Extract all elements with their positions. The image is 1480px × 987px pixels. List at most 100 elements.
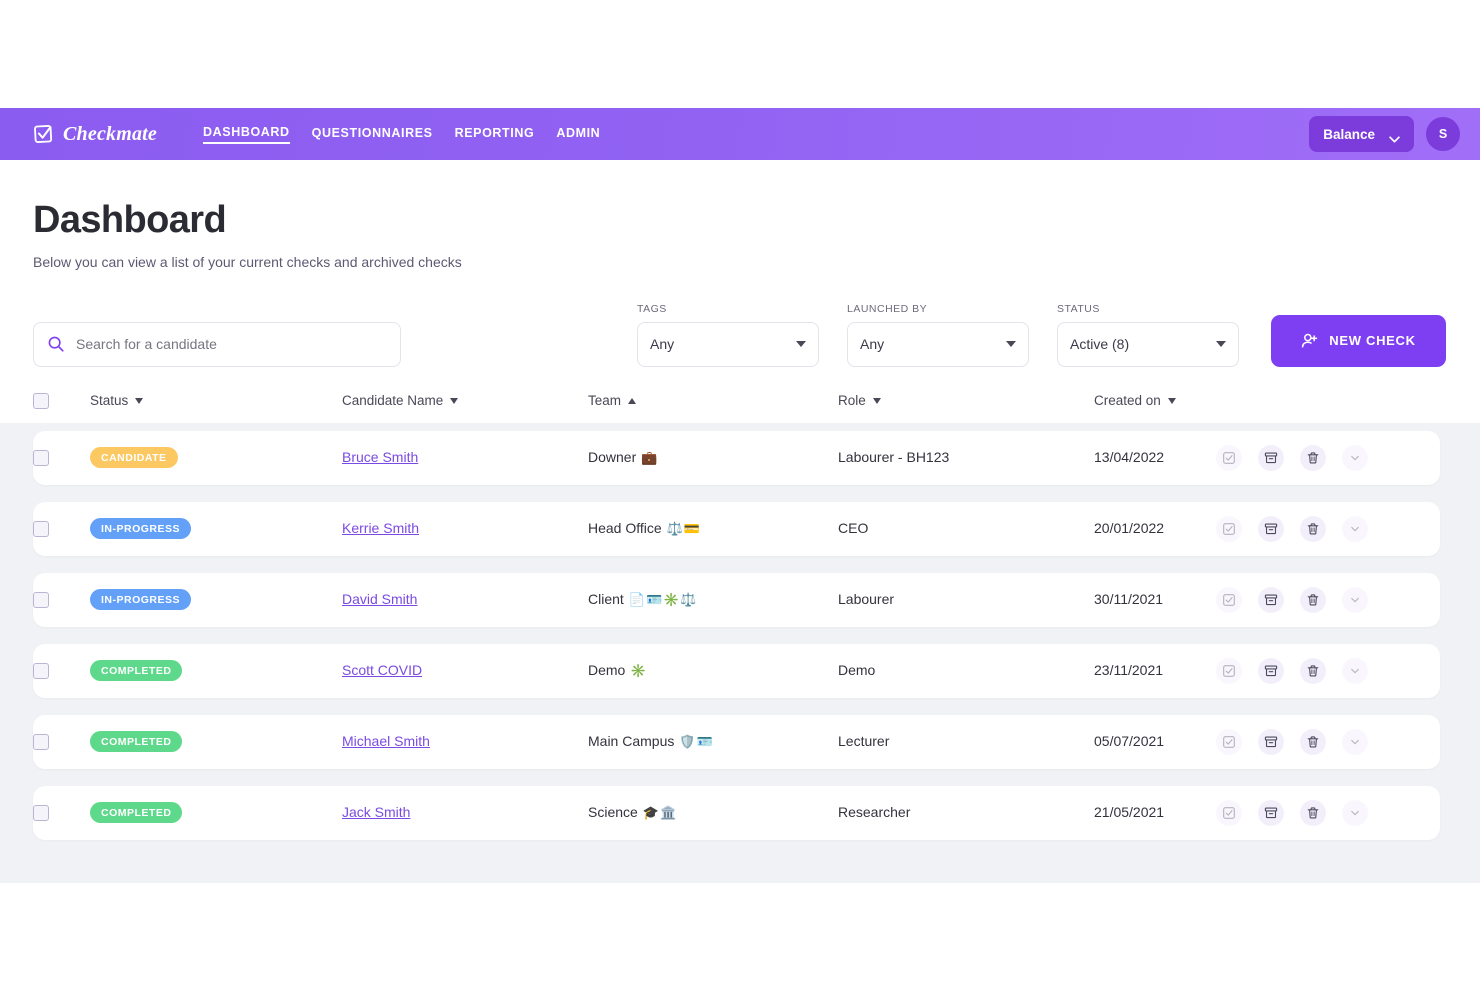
check-square-logo-icon: [33, 123, 55, 145]
expand-row-button[interactable]: [1342, 444, 1368, 471]
candidate-name-link[interactable]: Scott COVID: [342, 662, 422, 678]
filter-tags-select[interactable]: Any: [637, 321, 819, 367]
expand-row-button[interactable]: [1342, 515, 1368, 542]
select-all-checkbox[interactable]: [33, 392, 49, 409]
search-input[interactable]: [33, 321, 401, 367]
row-spacer: [0, 627, 1480, 644]
row-actions-cell: [1216, 728, 1410, 755]
page-title: Dashboard: [33, 199, 227, 241]
created-on-value: 21/05/2021: [1094, 803, 1165, 820]
filter-launched-by-value: Any: [860, 336, 885, 353]
team-name: Client: [588, 590, 624, 607]
role-cell: Demo: [838, 662, 1094, 680]
nav-item-questionnaires[interactable]: QUESTIONNAIRES: [312, 126, 433, 143]
complete-check-button[interactable]: [1216, 444, 1242, 471]
archive-check-button[interactable]: [1258, 799, 1284, 826]
column-header-team[interactable]: Team: [588, 393, 838, 408]
complete-check-button[interactable]: [1216, 586, 1242, 613]
row-actions-cell: [1216, 586, 1410, 613]
delete-check-button[interactable]: [1300, 515, 1326, 542]
candidate-name-link[interactable]: Bruce Smith: [342, 449, 418, 465]
column-header-candidate-name-label: Candidate Name: [342, 393, 444, 409]
archive-check-button[interactable]: [1258, 657, 1284, 684]
team-cell: Main Campus 🛡️🪪: [588, 733, 838, 751]
team-tag-icons: 💼: [641, 449, 659, 465]
complete-check-button[interactable]: [1216, 515, 1242, 542]
created-on-value: 30/11/2021: [1094, 590, 1164, 607]
filter-tags-value: Any: [650, 336, 675, 353]
table-row[interactable]: COMPLETED Scott COVID Demo ✳️ Demo 23/11/2021: [33, 643, 1440, 698]
created-on-value: 05/07/2021: [1094, 732, 1165, 749]
row-spacer: [0, 556, 1480, 573]
new-check-button[interactable]: NEW CHECK: [1271, 314, 1446, 367]
role-value: Lecturer: [838, 732, 890, 749]
table-row[interactable]: IN-PROGRESS David Smith Client 📄🪪✳️⚖️ Labour…: [33, 572, 1440, 627]
complete-check-button[interactable]: [1216, 799, 1242, 826]
caret-down-icon: [796, 341, 806, 348]
filter-status-select[interactable]: Active (8): [1057, 321, 1239, 367]
column-header-candidate-name[interactable]: Candidate Name: [342, 393, 588, 408]
status-badge: CANDIDATE: [90, 447, 178, 469]
table-row[interactable]: COMPLETED Jack Smith Science 🎓🏛️ Researcher 2…: [33, 785, 1440, 840]
candidate-name-link[interactable]: Jack Smith: [342, 804, 410, 820]
status-cell: IN-PROGRESS: [90, 518, 342, 540]
column-header-created-on[interactable]: Created on: [1094, 393, 1216, 408]
row-select-checkbox[interactable]: [33, 804, 49, 821]
expand-row-button[interactable]: [1342, 657, 1368, 684]
team-tag-icons: 🛡️🪪: [679, 733, 714, 749]
table-row[interactable]: COMPLETED Michael Smith Main Campus 🛡️🪪 Lect…: [33, 714, 1440, 769]
nav-item-admin[interactable]: ADMIN: [556, 126, 600, 143]
row-select-checkbox[interactable]: [33, 662, 49, 679]
filter-tags-label: TAGS: [637, 302, 667, 315]
row-select-checkbox[interactable]: [33, 520, 49, 537]
chevron-down-icon: [1389, 131, 1400, 143]
archive-check-button[interactable]: [1258, 586, 1284, 613]
archive-check-button[interactable]: [1258, 444, 1284, 471]
delete-check-button[interactable]: [1300, 586, 1326, 613]
team-cell: Downer 💼: [588, 449, 838, 467]
delete-check-button[interactable]: [1300, 799, 1326, 826]
candidate-name-cell: Kerrie Smith: [342, 520, 588, 538]
candidate-name-link[interactable]: Michael Smith: [342, 733, 430, 749]
filter-tags: TAGS Any: [637, 303, 819, 367]
row-spacer: [0, 698, 1480, 715]
row-select-checkbox[interactable]: [33, 449, 49, 466]
expand-row-button[interactable]: [1342, 586, 1368, 613]
nav-item-dashboard[interactable]: DASHBOARD: [203, 125, 290, 144]
team-name: Main Campus: [588, 732, 675, 749]
status-badge: IN-PROGRESS: [90, 589, 192, 611]
delete-check-button[interactable]: [1300, 728, 1326, 755]
column-header-status[interactable]: Status: [90, 393, 342, 408]
complete-check-button[interactable]: [1216, 728, 1242, 755]
team-cell: Science 🎓🏛️: [588, 804, 838, 822]
delete-check-button[interactable]: [1300, 444, 1326, 471]
candidate-name-link[interactable]: Kerrie Smith: [342, 520, 419, 536]
status-badge: COMPLETED: [90, 802, 183, 824]
team-name: Downer: [588, 448, 637, 465]
column-header-team-label: Team: [588, 393, 622, 409]
balance-dropdown-button[interactable]: Balance: [1309, 116, 1414, 152]
archive-check-button[interactable]: [1258, 728, 1284, 755]
filter-status: STATUS Active (8): [1057, 303, 1239, 367]
caret-down-icon: [1216, 341, 1226, 348]
nav-item-reporting[interactable]: REPORTING: [455, 126, 535, 143]
row-select-checkbox[interactable]: [33, 591, 49, 608]
user-avatar[interactable]: S: [1426, 117, 1460, 151]
candidate-name-link[interactable]: David Smith: [342, 591, 417, 607]
delete-check-button[interactable]: [1300, 657, 1326, 684]
expand-row-button[interactable]: [1342, 728, 1368, 755]
row-select-checkbox[interactable]: [33, 733, 49, 750]
table-row[interactable]: IN-PROGRESS Kerrie Smith Head Office ⚖️💳 CEO…: [33, 501, 1440, 556]
row-select-cell: [33, 449, 90, 466]
role-cell: Labourer - BH123: [838, 449, 1094, 467]
filter-launched-by-select[interactable]: Any: [847, 321, 1029, 367]
row-actions-cell: [1216, 515, 1410, 542]
brand-logo[interactable]: Checkmate: [33, 123, 157, 146]
role-cell: Researcher: [838, 804, 1094, 822]
complete-check-button[interactable]: [1216, 657, 1242, 684]
expand-row-button[interactable]: [1342, 799, 1368, 826]
archive-check-button[interactable]: [1258, 515, 1284, 542]
column-header-role[interactable]: Role: [838, 393, 1094, 408]
page-subtitle: Below you can view a list of your curren…: [33, 253, 462, 270]
table-row[interactable]: CANDIDATE Bruce Smith Downer 💼 Labourer - BH…: [33, 430, 1440, 485]
